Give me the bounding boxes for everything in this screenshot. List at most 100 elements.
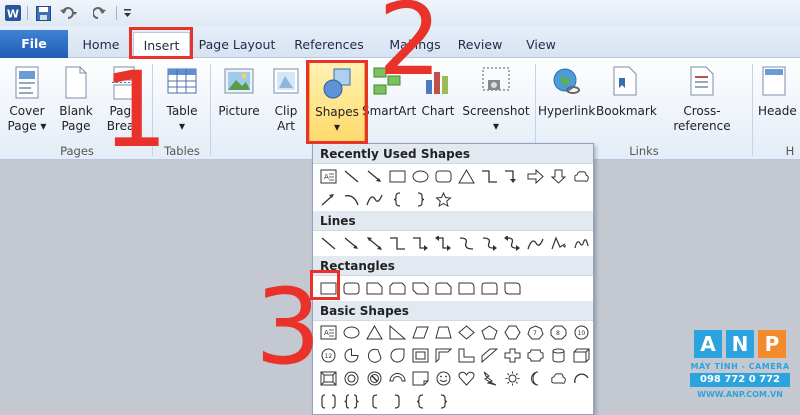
curved-connector-shape-icon[interactable] [455, 233, 477, 253]
heart-shape-icon[interactable] [455, 368, 477, 388]
can-shape-icon[interactable] [547, 345, 569, 365]
curve-shape-icon[interactable] [363, 189, 385, 209]
line-shape-icon[interactable] [317, 233, 339, 253]
snip-single-corner-rectangle-shape-icon[interactable] [363, 278, 385, 298]
lightning-bolt-shape-icon[interactable] [478, 368, 500, 388]
double-bracket-shape-icon[interactable] [317, 391, 339, 411]
elbow-connector-shape-icon[interactable] [478, 166, 500, 186]
folded-corner-shape-icon[interactable] [409, 368, 431, 388]
snip-same-side-corner-rectangle-shape-icon[interactable] [386, 278, 408, 298]
rounded-rectangle-shape-icon[interactable] [432, 166, 454, 186]
elbow-connector-shape-icon[interactable] [386, 233, 408, 253]
svg-text:7: 7 [533, 330, 537, 337]
round-diagonal-corner-rectangle-shape-icon[interactable] [501, 278, 523, 298]
curve-shape-icon[interactable] [524, 233, 546, 253]
plaque-shape-icon[interactable] [524, 345, 546, 365]
clip-art-button[interactable]: Clip Art [266, 66, 306, 134]
customize-toolbar-icon[interactable] [121, 4, 133, 22]
snip-and-round-corner-rectangle-shape-icon[interactable] [432, 278, 454, 298]
right-arrow-shape-icon[interactable] [524, 166, 546, 186]
tab-file[interactable]: File [0, 30, 68, 58]
down-arrow-shape-icon[interactable] [547, 166, 569, 186]
cross-reference-icon [689, 66, 715, 100]
cube-shape-icon[interactable] [570, 345, 592, 365]
heptagon-shape-icon[interactable]: 7 [524, 322, 546, 342]
pentagon-shape-icon[interactable] [478, 322, 500, 342]
curved-arrow-shape-icon[interactable] [317, 189, 339, 209]
tab-page-layout[interactable]: Page Layout [198, 32, 276, 58]
pie-shape-icon[interactable] [340, 345, 362, 365]
decagon-shape-icon[interactable]: 10 [570, 322, 592, 342]
undo-icon[interactable] [58, 4, 80, 22]
left-bracket-shape-icon[interactable] [363, 391, 385, 411]
half-frame-shape-icon[interactable] [432, 345, 454, 365]
rectangle-shape-icon[interactable] [386, 166, 408, 186]
frame-shape-icon[interactable] [409, 345, 431, 365]
arc-shape-icon[interactable] [340, 189, 362, 209]
word-logo-icon[interactable]: W [4, 4, 22, 22]
l-shape-icon[interactable] [455, 345, 477, 365]
cross-shape-icon[interactable] [501, 345, 523, 365]
scribble-shape-icon[interactable] [570, 233, 592, 253]
hyperlink-button[interactable]: Hyperlink [538, 66, 595, 119]
parallelogram-shape-icon[interactable] [409, 322, 431, 342]
elbow-arrow-connector-shape-icon[interactable] [501, 166, 523, 186]
tab-review[interactable]: Review [454, 32, 506, 58]
tab-references[interactable]: References [290, 32, 368, 58]
arc-shape-icon[interactable] [570, 368, 592, 388]
snip-diagonal-corner-rectangle-shape-icon[interactable] [409, 278, 431, 298]
cloud-shape-icon[interactable] [570, 166, 592, 186]
left-brace-shape-icon[interactable] [409, 391, 431, 411]
cross-reference-button[interactable]: Cross-reference [656, 66, 748, 134]
moon-shape-icon[interactable] [524, 368, 546, 388]
round-same-side-corner-rectangle-shape-icon[interactable] [478, 278, 500, 298]
trapezoid-shape-icon[interactable] [432, 322, 454, 342]
text-box-shape-icon[interactable]: A [317, 166, 339, 186]
save-icon[interactable] [34, 4, 52, 22]
star-shape-icon[interactable] [432, 189, 454, 209]
header-button[interactable]: Heade [758, 66, 800, 119]
screenshot-button[interactable]: Screenshot ▾ [460, 66, 532, 134]
right-triangle-shape-icon[interactable] [386, 322, 408, 342]
bookmark-icon [612, 66, 638, 100]
tab-view[interactable]: View [522, 32, 560, 58]
right-brace-shape-icon[interactable] [409, 189, 431, 209]
double-arrow-shape-icon[interactable] [363, 233, 385, 253]
left-brace-shape-icon[interactable] [386, 189, 408, 209]
cloud-shape-icon[interactable] [547, 368, 569, 388]
blank-page-button[interactable]: Blank Page [54, 66, 98, 134]
triangle-shape-icon[interactable] [455, 166, 477, 186]
right-brace-shape-icon[interactable] [432, 391, 454, 411]
oval-shape-icon[interactable] [409, 166, 431, 186]
bookmark-button[interactable]: Bookmark [596, 66, 657, 119]
hexagon-shape-icon[interactable] [501, 322, 523, 342]
elbow-double-arrow-connector-shape-icon[interactable] [432, 233, 454, 253]
svg-text:10: 10 [577, 330, 585, 337]
arrow-shape-icon[interactable] [340, 233, 362, 253]
round-single-corner-rectangle-shape-icon[interactable] [455, 278, 477, 298]
diagonal-stripe-shape-icon[interactable] [478, 345, 500, 365]
block-arc-shape-icon[interactable] [386, 368, 408, 388]
picture-button[interactable]: Picture [216, 66, 262, 119]
elbow-arrow-connector-shape-icon[interactable] [409, 233, 431, 253]
curved-double-arrow-connector-shape-icon[interactable] [501, 233, 523, 253]
oval-shape-icon[interactable] [340, 322, 362, 342]
donut-shape-icon[interactable] [340, 368, 362, 388]
rounded-rectangle-shape-icon[interactable] [340, 278, 362, 298]
arrow-shape-icon[interactable] [363, 166, 385, 186]
isosceles-triangle-shape-icon[interactable] [363, 322, 385, 342]
octagon-shape-icon[interactable]: 8 [547, 322, 569, 342]
curved-arrow-connector-shape-icon[interactable] [478, 233, 500, 253]
no-symbol-shape-icon[interactable] [363, 368, 385, 388]
diamond-shape-icon[interactable] [455, 322, 477, 342]
teardrop-shape-icon[interactable] [386, 345, 408, 365]
freeform-shape-icon[interactable] [547, 233, 569, 253]
redo-icon[interactable] [92, 4, 108, 22]
chord-shape-icon[interactable] [363, 345, 385, 365]
double-brace-shape-icon[interactable] [340, 391, 362, 411]
sun-shape-icon[interactable] [501, 368, 523, 388]
smiley-face-shape-icon[interactable] [432, 368, 454, 388]
right-bracket-shape-icon[interactable] [386, 391, 408, 411]
cover-page-button[interactable]: Cover Page ▾ [4, 66, 50, 134]
line-shape-icon[interactable] [340, 166, 362, 186]
